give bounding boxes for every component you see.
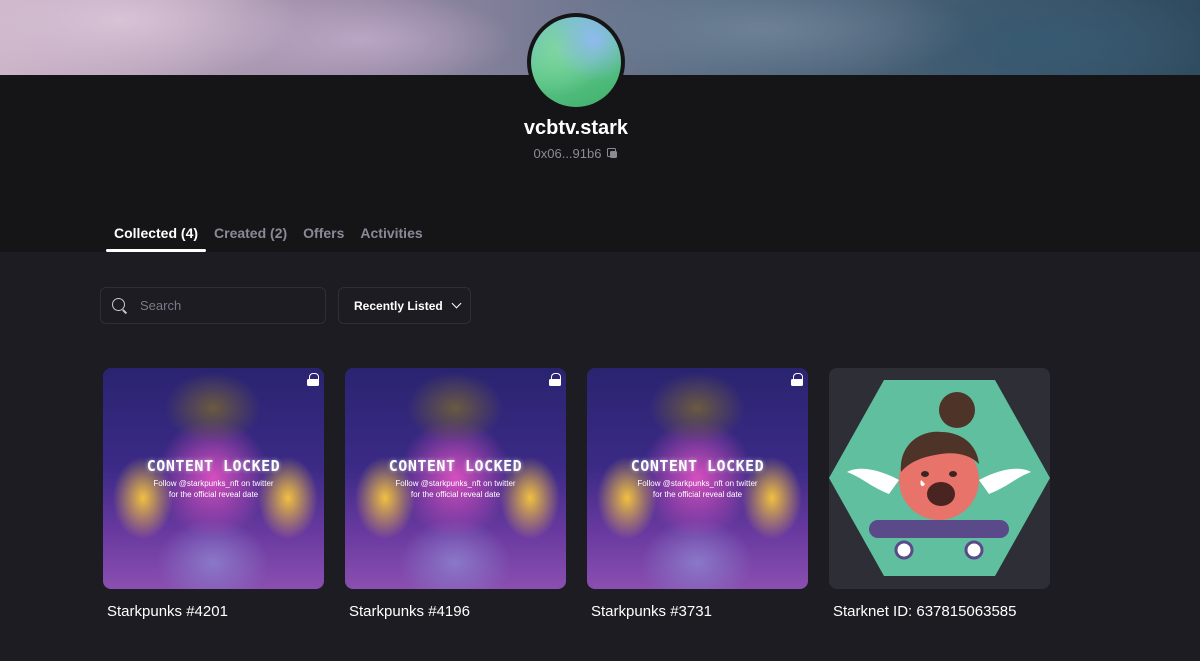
tab-collected[interactable]: Collected (4) [106, 222, 207, 252]
content-locked-line: Follow @starkpunks_nft on twitter [637, 479, 758, 488]
nft-card-name[interactable]: Starkpunks #4201 [103, 603, 324, 620]
nft-card-name[interactable]: Starknet ID: 637815063585 [829, 603, 1050, 620]
nft-card-image[interactable] [829, 368, 1050, 589]
tab-offers[interactable]: Offers [295, 222, 352, 252]
content-locked-note: Follow @starkpunks_nft on twitter for th… [103, 478, 324, 500]
tab-created[interactable]: Created (2) [206, 222, 295, 252]
chevron-down-icon [451, 298, 462, 309]
nft-card-image[interactable]: CONTENT LOCKED Follow @starkpunks_nft on… [345, 368, 566, 589]
avatar [531, 17, 621, 107]
copy-icon[interactable] [607, 148, 618, 159]
nft-card[interactable]: CONTENT LOCKED Follow @starkpunks_nft on… [345, 368, 566, 620]
nft-card-name[interactable]: Starkpunks #4196 [345, 603, 566, 620]
profile-username: vcbtv.stark [523, 117, 629, 139]
wheel [964, 540, 984, 560]
wheel [894, 540, 914, 560]
nft-card-name[interactable]: Starkpunks #3731 [587, 603, 808, 620]
wallet-address-row: 0x06...91b6 [0, 146, 1152, 161]
hair-bun [939, 392, 975, 428]
nft-card[interactable]: CONTENT LOCKED Follow @starkpunks_nft on… [103, 368, 324, 620]
search-icon [112, 297, 128, 314]
starknet-id-illustration [829, 380, 1050, 576]
profile-tabs: Collected (4) Created (2) Offers Activit… [106, 222, 431, 252]
content-locked-line: for the official reveal date [410, 490, 501, 499]
sort-dropdown[interactable]: Recently Listed [338, 287, 471, 324]
content-locked-title: CONTENT LOCKED [146, 457, 281, 475]
content-locked-line: for the official reveal date [652, 490, 743, 499]
lock-icon [307, 373, 319, 386]
lock-icon [549, 373, 561, 386]
content-locked-line: for the official reveal date [168, 490, 259, 499]
search-input[interactable] [140, 298, 310, 313]
sort-dropdown-label: Recently Listed [354, 298, 443, 313]
nft-card[interactable]: Starknet ID: 637815063585 [829, 368, 1050, 620]
skateboard-deck [869, 520, 1009, 538]
eye [921, 471, 929, 477]
content-locked-line: Follow @starkpunks_nft on twitter [153, 479, 274, 488]
content-locked-title: CONTENT LOCKED [630, 457, 765, 475]
lock-icon [791, 373, 803, 386]
eye [949, 471, 957, 477]
content-locked-note: Follow @starkpunks_nft on twitter for th… [587, 478, 808, 500]
nft-card-image[interactable]: CONTENT LOCKED Follow @starkpunks_nft on… [587, 368, 808, 589]
profile-avatar [527, 13, 625, 111]
mouth [927, 482, 955, 506]
content-locked-line: Follow @starkpunks_nft on twitter [395, 479, 516, 488]
content-locked-title: CONTENT LOCKED [388, 457, 523, 475]
wallet-address: 0x06...91b6 [533, 146, 602, 161]
nft-card[interactable]: CONTENT LOCKED Follow @starkpunks_nft on… [587, 368, 808, 620]
nft-card-image[interactable]: CONTENT LOCKED Follow @starkpunks_nft on… [103, 368, 324, 589]
search-box[interactable] [100, 287, 326, 324]
content-locked-note: Follow @starkpunks_nft on twitter for th… [345, 478, 566, 500]
tab-activities[interactable]: Activities [352, 222, 430, 252]
